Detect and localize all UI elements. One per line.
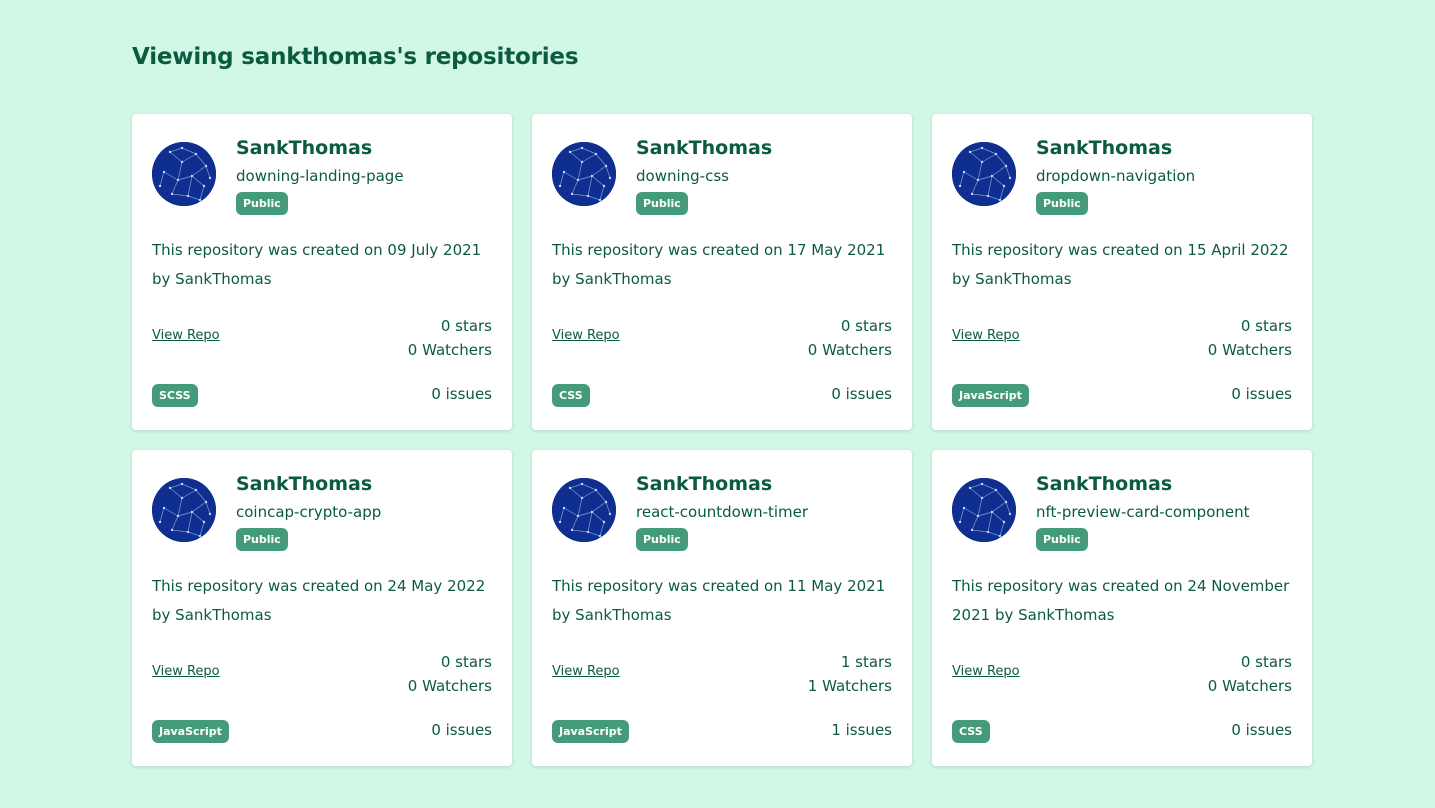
issues-count: 0 issues [431,385,492,403]
avatar [552,478,616,542]
visibility-badge: Public [1036,192,1088,215]
repo-stats: 1 stars 1 Watchers [808,650,892,698]
repo-owner: SankThomas [1036,473,1173,495]
language-badge: CSS [552,384,590,407]
repo-owner: SankThomas [636,137,773,159]
stars-count: 0 stars [440,653,492,671]
repo-card: SankThomas downing-css Public This repos… [532,114,912,430]
stars-count: 0 stars [840,317,892,335]
watchers-count: 0 Watchers [1207,341,1292,359]
repo-description: This repository was created on 24 May 20… [152,577,486,624]
repo-card: SankThomas react-countdown-timer Public … [532,450,912,766]
view-repo-link[interactable]: View Repo [552,328,620,343]
repo-name: dropdown-navigation [1036,167,1196,185]
repo-owner: SankThomas [236,473,373,495]
issues-count: 0 issues [1231,385,1292,403]
repo-name: downing-landing-page [236,167,404,185]
visibility-badge: Public [636,192,688,215]
avatar-image [952,142,1016,206]
avatar-image [952,478,1016,542]
avatar-image [152,478,216,542]
avatar-image [552,478,616,542]
repo-card: SankThomas downing-landing-page Public T… [132,114,512,430]
repo-name: downing-css [636,167,729,185]
visibility-badge: Public [636,528,688,551]
watchers-count: 1 Watchers [807,677,892,695]
avatar [152,478,216,542]
visibility-badge: Public [236,528,288,551]
avatar [952,478,1016,542]
page: Viewing sankthomas's repositories SankTh… [0,0,1435,808]
watchers-count: 0 Watchers [407,341,492,359]
avatar-image [552,142,616,206]
stars-count: 0 stars [440,317,492,335]
repo-description: This repository was created on 15 April … [952,241,1289,288]
issues-count: 0 issues [1231,721,1292,739]
repo-owner: SankThomas [1036,137,1173,159]
repo-name: nft-preview-card-component [1036,503,1250,521]
repo-stats: 0 stars 0 Watchers [808,314,892,362]
stars-count: 0 stars [1240,653,1292,671]
repo-owner: SankThomas [236,137,373,159]
stars-count: 1 stars [840,653,892,671]
repo-name: coincap-crypto-app [236,503,382,521]
view-repo-link[interactable]: View Repo [552,664,620,679]
language-badge: CSS [952,720,990,743]
repo-stats: 0 stars 0 Watchers [408,314,492,362]
avatar [952,142,1016,206]
issues-count: 0 issues [831,385,892,403]
language-badge: SCSS [152,384,198,407]
language-badge: JavaScript [152,720,229,743]
repo-description: This repository was created on 09 July 2… [152,241,482,288]
visibility-badge: Public [1036,528,1088,551]
repo-stats: 0 stars 0 Watchers [1208,650,1292,698]
watchers-count: 0 Watchers [407,677,492,695]
repo-description: This repository was created on 17 May 20… [552,241,886,288]
repo-stats: 0 stars 0 Watchers [408,650,492,698]
issues-count: 0 issues [431,721,492,739]
visibility-badge: Public [236,192,288,215]
language-badge: JavaScript [552,720,629,743]
view-repo-link[interactable]: View Repo [152,664,220,679]
avatar-image [152,142,216,206]
repo-card: SankThomas coincap-crypto-app Public Thi… [132,450,512,766]
issues-count: 1 issues [831,721,892,739]
view-repo-link[interactable]: View Repo [952,328,1020,343]
repo-stats: 0 stars 0 Watchers [1208,314,1292,362]
avatar [152,142,216,206]
repo-card: SankThomas dropdown-navigation Public Th… [932,114,1312,430]
stars-count: 0 stars [1240,317,1292,335]
watchers-count: 0 Watchers [807,341,892,359]
repo-owner: SankThomas [636,473,773,495]
repo-description: This repository was created on 11 May 20… [552,577,886,624]
watchers-count: 0 Watchers [1207,677,1292,695]
repo-card: SankThomas nft-preview-card-component Pu… [932,450,1312,766]
repo-description: This repository was created on 24 Novemb… [952,577,1290,624]
repo-grid: SankThomas downing-landing-page Public T… [132,114,1312,766]
language-badge: JavaScript [952,384,1029,407]
view-repo-link[interactable]: View Repo [152,328,220,343]
repo-name: react-countdown-timer [636,503,809,521]
view-repo-link[interactable]: View Repo [952,664,1020,679]
page-title: Viewing sankthomas's repositories [132,44,579,70]
avatar [552,142,616,206]
